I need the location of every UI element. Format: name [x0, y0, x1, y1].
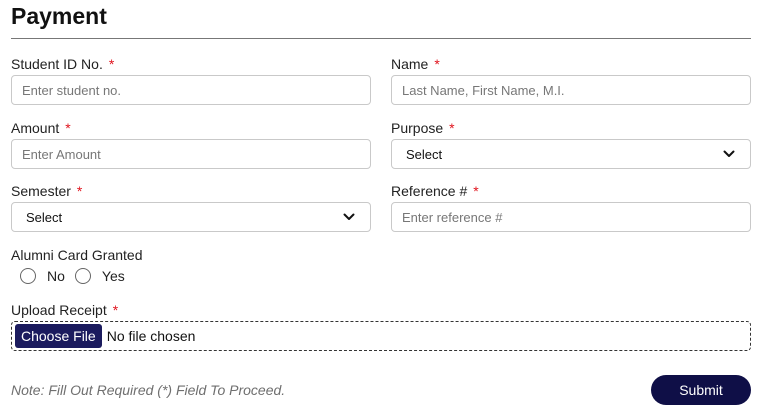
semester-select[interactable]: Select	[11, 202, 371, 232]
required-marker: *	[449, 120, 455, 136]
name-input[interactable]	[391, 75, 751, 105]
radio-yes[interactable]	[74, 268, 91, 284]
submit-button[interactable]: Submit	[651, 375, 751, 405]
file-status-text: No file chosen	[106, 328, 196, 344]
required-marker: *	[76, 183, 83, 199]
student-id-label-text: Student ID No.	[11, 56, 103, 72]
radio-yes-label: Yes	[101, 268, 125, 284]
chevron-down-icon	[723, 150, 735, 157]
required-marker: *	[473, 183, 479, 199]
radio-no[interactable]	[20, 268, 36, 284]
purpose-selected-value: Select	[406, 146, 443, 162]
upload-receipt-label: Upload Receipt *	[11, 302, 118, 318]
required-marker: *	[65, 120, 71, 136]
semester-label-text: Semester	[11, 183, 71, 199]
choose-file-button[interactable]: Choose File	[15, 324, 102, 348]
reference-input[interactable]	[391, 202, 751, 232]
upload-receipt-label-text: Upload Receipt	[11, 302, 107, 318]
title-divider	[11, 38, 751, 39]
amount-label: Amount *	[11, 120, 71, 136]
required-marker: *	[112, 302, 119, 318]
student-id-input[interactable]	[11, 75, 371, 105]
chevron-down-icon	[343, 213, 355, 220]
semester-label: Semester *	[11, 183, 82, 199]
purpose-select[interactable]: Select	[391, 139, 751, 169]
amount-input[interactable]	[11, 139, 371, 169]
student-id-label: Student ID No. *	[11, 56, 114, 72]
alumni-card-radio-group: No Yes	[20, 268, 135, 284]
required-note: Note: Fill Out Required (*) Field To Pro…	[11, 382, 286, 398]
purpose-label: Purpose *	[391, 120, 455, 136]
name-label: Name *	[391, 56, 440, 72]
page-title: Payment	[11, 3, 107, 29]
upload-receipt-field[interactable]: Choose File No file chosen	[11, 321, 751, 351]
semester-selected-value: Select	[26, 209, 63, 225]
amount-label-text: Amount	[11, 120, 60, 136]
radio-no-label: No	[47, 268, 65, 284]
purpose-label-text: Purpose	[391, 120, 444, 136]
reference-label-text: Reference #	[391, 183, 468, 199]
required-marker: *	[434, 56, 440, 72]
name-label-text: Name	[391, 56, 429, 72]
required-marker: *	[108, 56, 115, 72]
reference-label: Reference # *	[391, 183, 479, 199]
alumni-card-label: Alumni Card Granted	[11, 247, 143, 263]
